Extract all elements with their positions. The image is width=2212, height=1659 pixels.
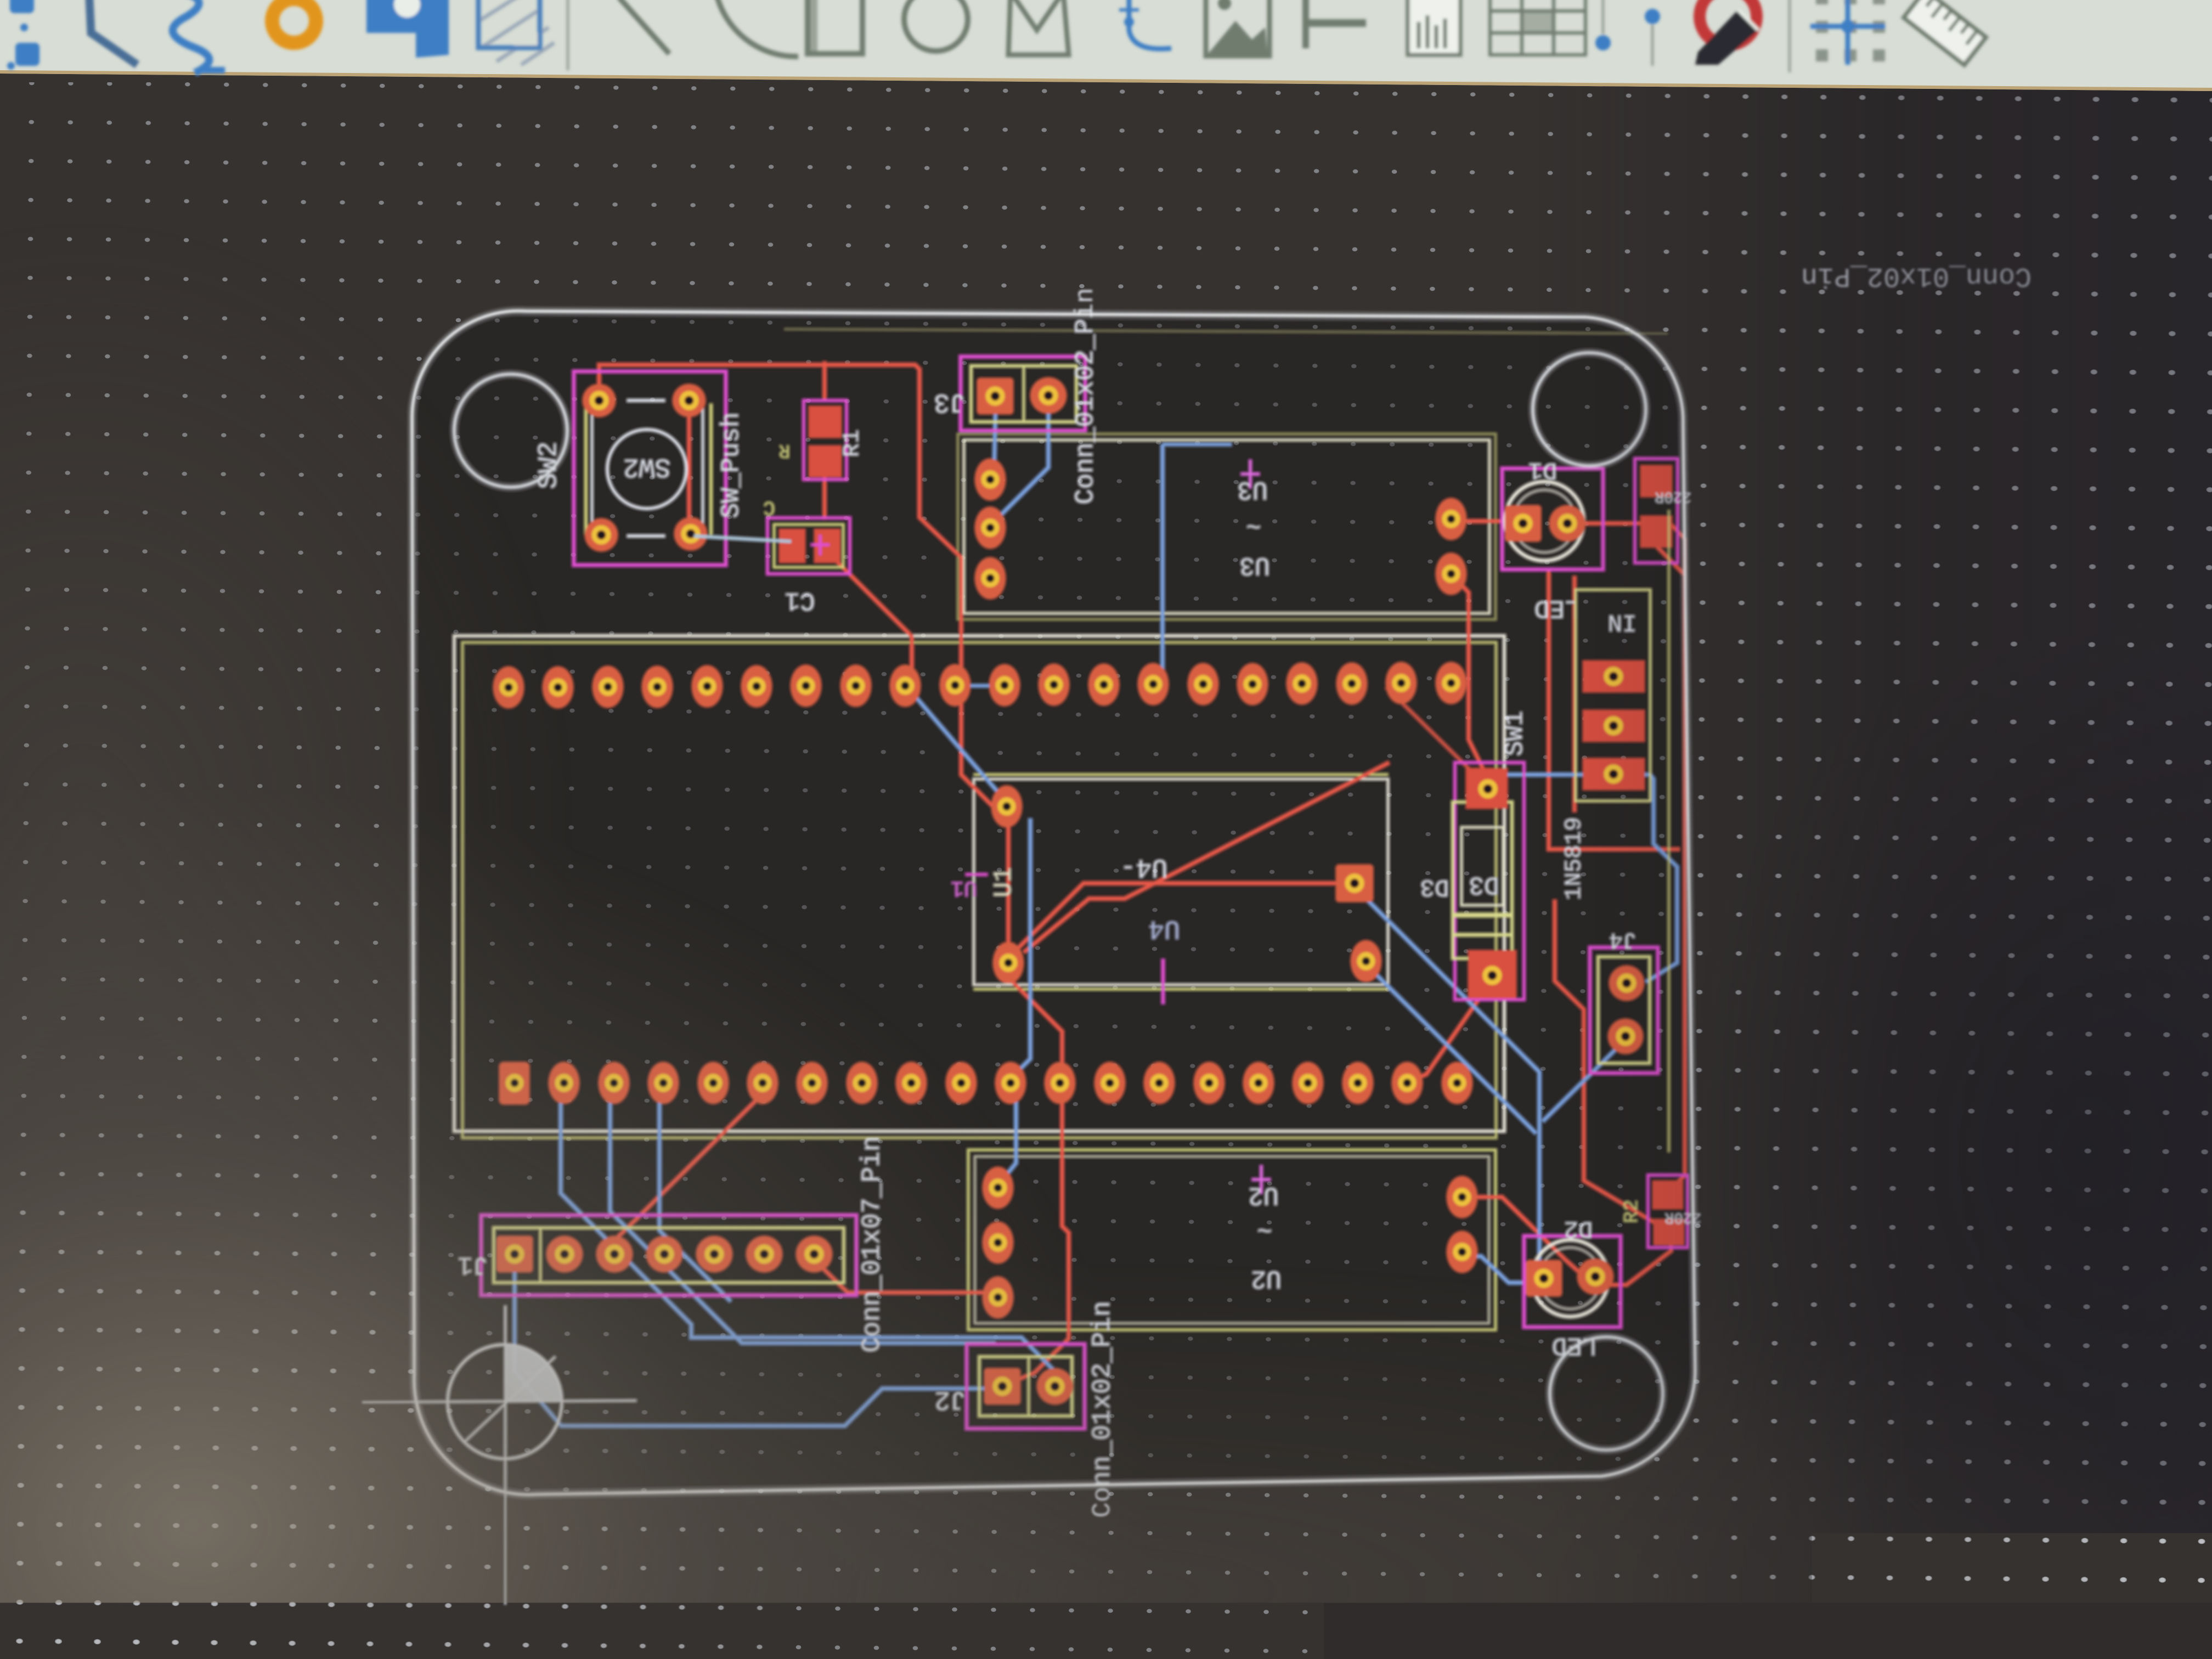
svg-text:SW_Push: SW_Push [717,412,746,518]
svg-text:U3: U3 [1237,475,1267,504]
svg-text:SW1: SW1 [1501,711,1530,757]
svg-text:U2: U2 [1248,1181,1278,1209]
svg-text:J3: J3 [934,387,966,416]
svg-text:C1: C1 [785,586,815,614]
svg-text:R: R [779,439,790,460]
svg-text:SW2: SW2 [623,452,670,481]
svg-text:D3: D3 [1420,873,1449,900]
svg-text:U1: U1 [990,867,1018,897]
svg-text:U4-: U4- [1120,852,1167,882]
svg-text:U3: U3 [1239,551,1269,579]
svg-text:U4: U4 [1148,913,1180,943]
svg-text:U1: U1 [951,875,977,900]
svg-text:D3: D3 [1469,870,1499,899]
svg-text:R1: R1 [839,430,865,457]
svg-text:~: ~ [1246,511,1261,539]
svg-text:Conn_01x02_Pin: Conn_01x02_Pin [1071,288,1101,505]
svg-text:~: ~ [1257,1215,1272,1243]
svg-text:C: C [763,496,775,518]
